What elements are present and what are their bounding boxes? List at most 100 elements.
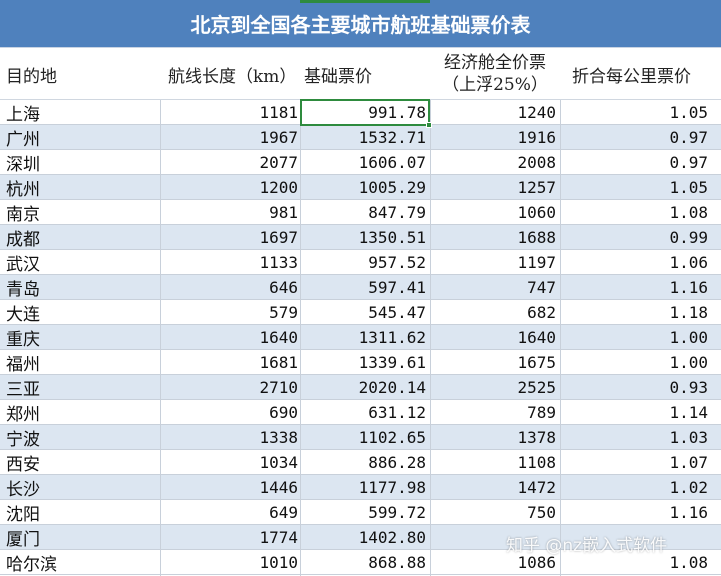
cell-distance[interactable]: 1681	[160, 350, 298, 375]
cell-city[interactable]: 西安	[0, 450, 160, 475]
header-base-fare[interactable]: 基础票价	[304, 48, 424, 100]
cell-distance[interactable]: 2710	[160, 375, 298, 400]
cell-economy[interactable]: 682	[430, 300, 556, 325]
cell-distance[interactable]: 1967	[160, 125, 298, 150]
cell-city[interactable]: 哈尔滨	[0, 550, 160, 575]
cell-economy[interactable]: 1675	[430, 350, 556, 375]
cell-base-fare[interactable]: 957.52	[300, 250, 426, 275]
cell-city[interactable]: 青岛	[0, 275, 160, 300]
cell-distance[interactable]: 1697	[160, 225, 298, 250]
cell-per-km[interactable]: 1.14	[560, 400, 708, 425]
cell-per-km[interactable]: 1.05	[560, 100, 708, 125]
cell-city[interactable]: 上海	[0, 100, 160, 125]
cell-economy[interactable]: 747	[430, 275, 556, 300]
cell-base-fare[interactable]: 1005.29	[300, 175, 426, 200]
cell-city[interactable]: 厦门	[0, 525, 160, 550]
cell-city[interactable]: 南京	[0, 200, 160, 225]
cell-base-fare[interactable]: 599.72	[300, 500, 426, 525]
cell-base-fare[interactable]: 545.47	[300, 300, 426, 325]
cell-economy[interactable]: 1197	[430, 250, 556, 275]
cell-city[interactable]: 深圳	[0, 150, 160, 175]
cell-city[interactable]: 沈阳	[0, 500, 160, 525]
cell-city[interactable]: 宁波	[0, 425, 160, 450]
cell-distance[interactable]: 579	[160, 300, 298, 325]
cell-economy[interactable]: 1108	[430, 450, 556, 475]
cell-per-km[interactable]: 1.02	[560, 475, 708, 500]
cell-distance[interactable]: 1034	[160, 450, 298, 475]
cell-per-km[interactable]: 0.97	[560, 150, 708, 175]
header-destination[interactable]: 目的地	[6, 48, 156, 100]
cell-city[interactable]: 武汉	[0, 250, 160, 275]
cell-distance[interactable]: 1640	[160, 325, 298, 350]
cell-city[interactable]: 杭州	[0, 175, 160, 200]
cell-distance[interactable]: 1338	[160, 425, 298, 450]
cell-base-fare[interactable]: 1532.71	[300, 125, 426, 150]
cell-city[interactable]: 重庆	[0, 325, 160, 350]
table-row: 大连 579 545.47 682 1.18	[0, 300, 721, 325]
cell-city[interactable]: 成都	[0, 225, 160, 250]
cell-base-fare[interactable]: 847.79	[300, 200, 426, 225]
cell-per-km[interactable]: 0.93	[560, 375, 708, 400]
table-row: 武汉 1133 957.52 1197 1.06	[0, 250, 721, 275]
cell-economy[interactable]: 1257	[430, 175, 556, 200]
cell-base-fare[interactable]: 1339.61	[300, 350, 426, 375]
table-row: 杭州 1200 1005.29 1257 1.05	[0, 175, 721, 200]
cell-city[interactable]: 郑州	[0, 400, 160, 425]
cell-distance[interactable]: 1010	[160, 550, 298, 575]
cell-distance[interactable]: 646	[160, 275, 298, 300]
cell-per-km[interactable]: 1.03	[560, 425, 708, 450]
cell-distance[interactable]: 1133	[160, 250, 298, 275]
cell-base-fare[interactable]: 991.78	[300, 100, 426, 125]
cell-per-km[interactable]: 0.97	[560, 125, 708, 150]
cell-economy[interactable]: 789	[430, 400, 556, 425]
cell-economy[interactable]: 2525	[430, 375, 556, 400]
cell-city[interactable]: 长沙	[0, 475, 160, 500]
cell-city[interactable]: 广州	[0, 125, 160, 150]
cell-economy[interactable]: 1472	[430, 475, 556, 500]
cell-base-fare[interactable]: 1102.65	[300, 425, 426, 450]
cell-city[interactable]: 三亚	[0, 375, 160, 400]
cell-distance[interactable]: 981	[160, 200, 298, 225]
header-economy-fare[interactable]: 经济舱全价票 （上浮25%）	[430, 48, 560, 100]
cell-city[interactable]: 大连	[0, 300, 160, 325]
cell-per-km[interactable]: 1.06	[560, 250, 708, 275]
header-distance[interactable]: 航线长度（km）	[168, 48, 303, 100]
cell-base-fare[interactable]: 1311.62	[300, 325, 426, 350]
cell-per-km[interactable]: 0.99	[560, 225, 708, 250]
cell-distance[interactable]: 1774	[160, 525, 298, 550]
cell-per-km[interactable]: 1.05	[560, 175, 708, 200]
cell-city[interactable]: 福州	[0, 350, 160, 375]
cell-base-fare[interactable]: 1606.07	[300, 150, 426, 175]
cell-economy[interactable]: 1378	[430, 425, 556, 450]
cell-per-km[interactable]: 1.16	[560, 500, 708, 525]
cell-economy[interactable]: 1688	[430, 225, 556, 250]
cell-base-fare[interactable]: 597.41	[300, 275, 426, 300]
cell-distance[interactable]: 649	[160, 500, 298, 525]
cell-economy[interactable]: 1916	[430, 125, 556, 150]
cell-base-fare[interactable]: 886.28	[300, 450, 426, 475]
header-per-km[interactable]: 折合每公里票价	[572, 48, 718, 100]
cell-economy[interactable]: 1240	[430, 100, 556, 125]
cell-base-fare[interactable]: 1402.80	[300, 525, 426, 550]
cell-distance[interactable]: 1200	[160, 175, 298, 200]
cell-base-fare[interactable]: 631.12	[300, 400, 426, 425]
cell-distance[interactable]: 690	[160, 400, 298, 425]
cell-base-fare[interactable]: 868.88	[300, 550, 426, 575]
cell-economy[interactable]: 1640	[430, 325, 556, 350]
cell-per-km[interactable]: 1.07	[560, 450, 708, 475]
cell-per-km[interactable]: 1.16	[560, 275, 708, 300]
cell-per-km[interactable]: 1.00	[560, 350, 708, 375]
cell-distance[interactable]: 1181	[160, 100, 298, 125]
cell-distance[interactable]: 2077	[160, 150, 298, 175]
gridline	[300, 100, 301, 576]
cell-economy[interactable]: 750	[430, 500, 556, 525]
cell-per-km[interactable]: 1.08	[560, 200, 708, 225]
cell-per-km[interactable]: 1.00	[560, 325, 708, 350]
cell-economy[interactable]: 1060	[430, 200, 556, 225]
cell-base-fare[interactable]: 1350.51	[300, 225, 426, 250]
cell-per-km[interactable]: 1.18	[560, 300, 708, 325]
cell-economy[interactable]: 2008	[430, 150, 556, 175]
cell-base-fare[interactable]: 2020.14	[300, 375, 426, 400]
cell-base-fare[interactable]: 1177.98	[300, 475, 426, 500]
cell-distance[interactable]: 1446	[160, 475, 298, 500]
